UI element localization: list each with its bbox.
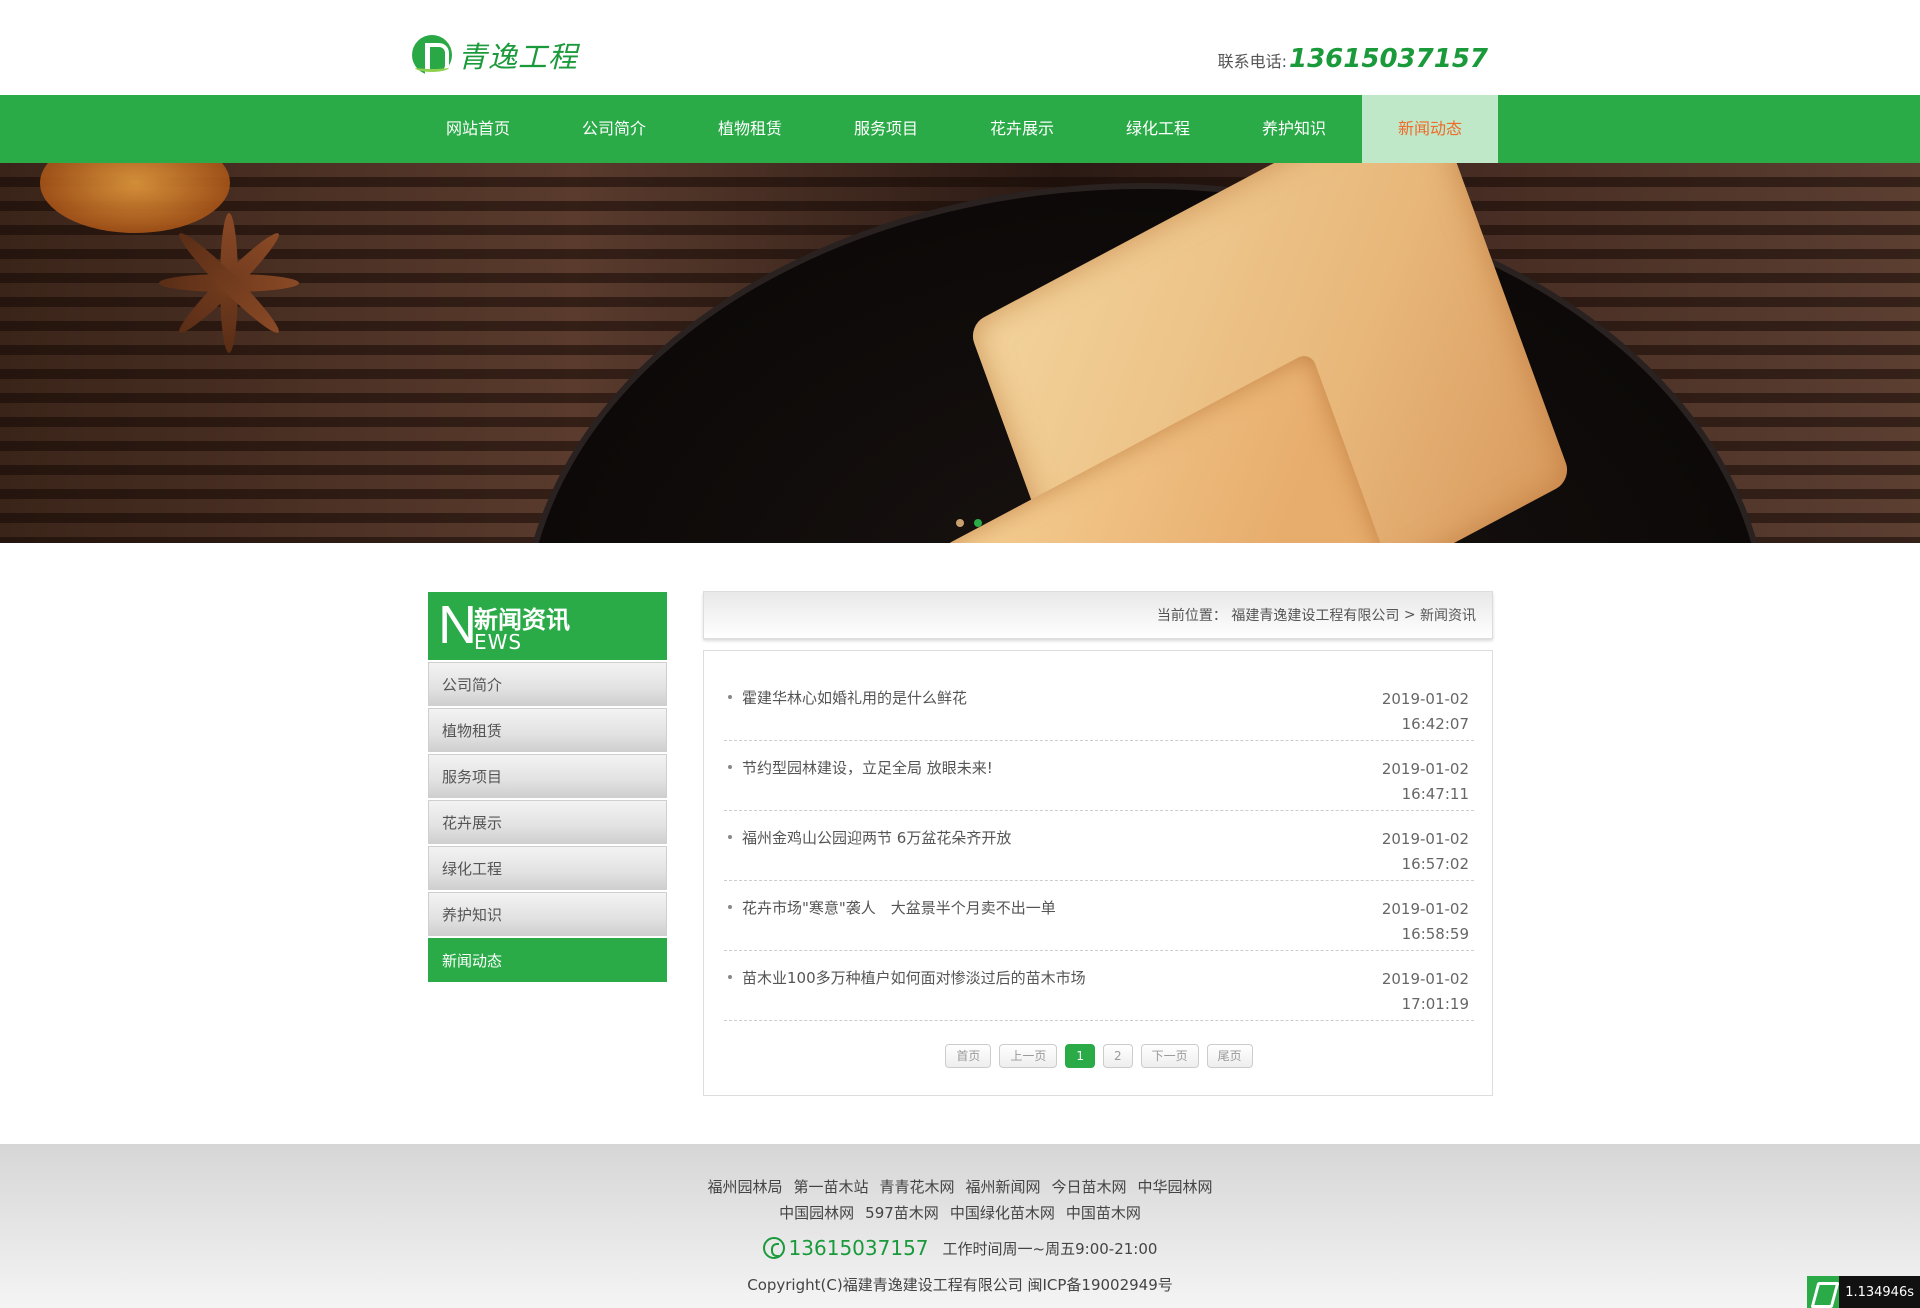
news-title-link[interactable]: 苗木业100多万种植户如何面对惨淡过后的苗木市场 — [742, 967, 1086, 988]
pager-last-button[interactable]: 尾页 — [1206, 1044, 1253, 1068]
news-list: 霍建华林心如婚礼用的是什么鲜花 2019-01-02 16:42:07 节约型园… — [724, 671, 1474, 1021]
pager-first-button[interactable]: 首页 — [945, 1044, 992, 1068]
sidebar-item-services[interactable]: 服务项目 — [428, 754, 667, 798]
phone-label: 联系电话: — [1217, 52, 1287, 71]
sidebar-item-about[interactable]: 公司简介 — [428, 662, 667, 706]
phone-number: 13615037157 — [1289, 44, 1488, 74]
pager-next-button[interactable]: 下一页 — [1140, 1044, 1199, 1068]
perf-icon — [1807, 1276, 1840, 1308]
news-date: 2019-01-02 — [1381, 830, 1469, 848]
logo-text: 青逸工程 — [458, 40, 579, 74]
nav-item-landscaping[interactable]: 绿化工程 — [1090, 95, 1226, 163]
slider-dot-1[interactable] — [956, 519, 964, 527]
footer-link[interactable]: 中国绿化苗木网 — [950, 1200, 1055, 1226]
nav-item-services[interactable]: 服务项目 — [818, 95, 954, 163]
pager-page-2[interactable]: 2 — [1103, 1044, 1133, 1068]
footer-phone: 13615037157 — [762, 1236, 929, 1260]
site-logo[interactable]: 青逸工程 — [412, 34, 578, 76]
pager-prev-button[interactable]: 上一页 — [999, 1044, 1058, 1068]
list-item: 节约型园林建设，立足全局 放眼未来! 2019-01-02 16:47:11 — [724, 741, 1474, 811]
nav-item-flowers[interactable]: 花卉展示 — [954, 95, 1090, 163]
nav-item-news[interactable]: 新闻动态 — [1362, 95, 1498, 163]
news-datetime: 2019-01-02 16:47:11 — [1382, 757, 1469, 807]
sidebar-header-subtitle: EWS — [474, 630, 523, 654]
footer-hours: 工作时间周一~周五9:00-21:00 — [942, 1239, 1158, 1258]
list-item: 霍建华林心如婚礼用的是什么鲜花 2019-01-02 16:42:07 — [724, 671, 1474, 741]
banner-star-anise-image — [150, 203, 310, 363]
footer-link[interactable]: 中国苗木网 — [1066, 1200, 1141, 1226]
footer-link[interactable]: 中国园林网 — [779, 1200, 854, 1226]
breadcrumb-company-link[interactable]: 福建青逸建设工程有限公司 — [1231, 605, 1399, 625]
news-date: 2019-01-02 — [1381, 760, 1469, 778]
main-nav: 网站首页 公司简介 植物租赁 服务项目 花卉展示 绿化工程 养护知识 新闻动态 — [0, 95, 1920, 163]
news-time: 17:01:19 — [1401, 995, 1469, 1013]
breadcrumb-prefix: 当前位置： — [1156, 608, 1227, 624]
list-item: 花卉市场"寒意"袭人 大盆景半个月卖不出一单 2019-01-02 16:58:… — [724, 881, 1474, 951]
footer-link[interactable]: 中华园林网 — [1138, 1174, 1213, 1200]
footer-contact: 13615037157 工作时间周一~周五9:00-21:00 — [0, 1236, 1920, 1260]
news-date: 2019-01-02 — [1381, 900, 1469, 918]
footer-link[interactable]: 今日苗木网 — [1052, 1174, 1127, 1200]
news-title-link[interactable]: 花卉市场"寒意"袭人 大盆景半个月卖不出一单 — [742, 897, 1056, 918]
sidebar-item-plant-rental[interactable]: 植物租赁 — [428, 708, 667, 752]
news-time: 16:42:07 — [1401, 715, 1469, 733]
sidebar-header: N 新闻资讯 EWS — [428, 592, 667, 660]
nav-item-about[interactable]: 公司简介 — [546, 95, 682, 163]
footer-link[interactable]: 福州园林局 — [707, 1174, 782, 1200]
news-list-panel: 霍建华林心如婚礼用的是什么鲜花 2019-01-02 16:42:07 节约型园… — [703, 650, 1493, 1096]
news-time: 16:58:59 — [1401, 925, 1469, 943]
nav-item-care[interactable]: 养护知识 — [1226, 95, 1362, 163]
bullet-icon — [728, 695, 732, 699]
perf-badge: 1.134946s — [1807, 1276, 1920, 1308]
news-datetime: 2019-01-02 16:58:59 — [1382, 897, 1469, 947]
nav-item-plant-rental[interactable]: 植物租赁 — [682, 95, 818, 163]
bullet-icon — [728, 905, 732, 909]
phone-icon — [762, 1237, 785, 1259]
header-phone: 联系电话: 13615037157 — [1218, 44, 1488, 74]
news-time: 16:47:11 — [1401, 785, 1469, 803]
footer-phone-number: 13615037157 — [788, 1236, 929, 1260]
site-header: 青逸工程 联系电话: 13615037157 — [0, 0, 1920, 95]
news-datetime: 2019-01-02 16:42:07 — [1382, 687, 1469, 737]
logo-icon — [412, 35, 452, 75]
slider-dot-2[interactable] — [974, 519, 982, 527]
sidebar: N 新闻资讯 EWS 公司简介 植物租赁 服务项目 花卉展示 绿化工程 养护知识… — [428, 592, 667, 982]
sidebar-header-letter: N — [438, 595, 477, 655]
bullet-icon — [728, 835, 732, 839]
news-title-link[interactable]: 福州金鸡山公园迎两节 6万盆花朵齐开放 — [742, 827, 1011, 848]
sidebar-item-landscaping[interactable]: 绿化工程 — [428, 846, 667, 890]
news-date: 2019-01-02 — [1381, 690, 1469, 708]
footer-link[interactable]: 第一苗木站 — [793, 1174, 868, 1200]
news-time: 16:57:02 — [1401, 855, 1469, 873]
news-title-link[interactable]: 霍建华林心如婚礼用的是什么鲜花 — [742, 687, 967, 708]
footer-link[interactable]: 597苗木网 — [865, 1200, 939, 1226]
site-footer: 福州园林局 第一苗木站 青青花木网 福州新闻网 今日苗木网 中华园林网 中国园林… — [0, 1144, 1920, 1308]
list-item: 福州金鸡山公园迎两节 6万盆花朵齐开放 2019-01-02 16:57:02 — [724, 811, 1474, 881]
pagination: 首页 上一页 1 2 下一页 尾页 — [704, 1044, 1494, 1068]
list-item: 苗木业100多万种植户如何面对惨淡过后的苗木市场 2019-01-02 17:0… — [724, 951, 1474, 1021]
breadcrumb-separator: > — [1403, 607, 1416, 623]
hero-banner — [0, 163, 1920, 543]
breadcrumb: 当前位置： 福建青逸建设工程有限公司 > 新闻资讯 — [703, 591, 1493, 639]
news-title-link[interactable]: 节约型园林建设，立足全局 放眼未来! — [742, 757, 993, 778]
bullet-icon — [728, 975, 732, 979]
nav-item-home[interactable]: 网站首页 — [410, 95, 546, 163]
footer-link[interactable]: 福州新闻网 — [966, 1174, 1041, 1200]
news-date: 2019-01-02 — [1381, 970, 1469, 988]
slider-dots — [956, 519, 982, 527]
bullet-icon — [728, 765, 732, 769]
sidebar-item-flowers[interactable]: 花卉展示 — [428, 800, 667, 844]
copyright: Copyright(C)福建青逸建设工程有限公司 闽ICP备19002949号 — [747, 1276, 1173, 1294]
news-datetime: 2019-01-02 16:57:02 — [1382, 827, 1469, 877]
perf-time: 1.134946s — [1845, 1284, 1914, 1300]
breadcrumb-current: 新闻资讯 — [1420, 608, 1476, 624]
sidebar-item-news[interactable]: 新闻动态 — [428, 938, 667, 982]
pager-page-1[interactable]: 1 — [1065, 1044, 1095, 1068]
footer-link[interactable]: 青青花木网 — [879, 1174, 954, 1200]
news-datetime: 2019-01-02 17:01:19 — [1382, 967, 1469, 1017]
friend-links: 福州园林局 第一苗木站 青青花木网 福州新闻网 今日苗木网 中华园林网 中国园林… — [0, 1174, 1920, 1226]
sidebar-item-care[interactable]: 养护知识 — [428, 892, 667, 936]
